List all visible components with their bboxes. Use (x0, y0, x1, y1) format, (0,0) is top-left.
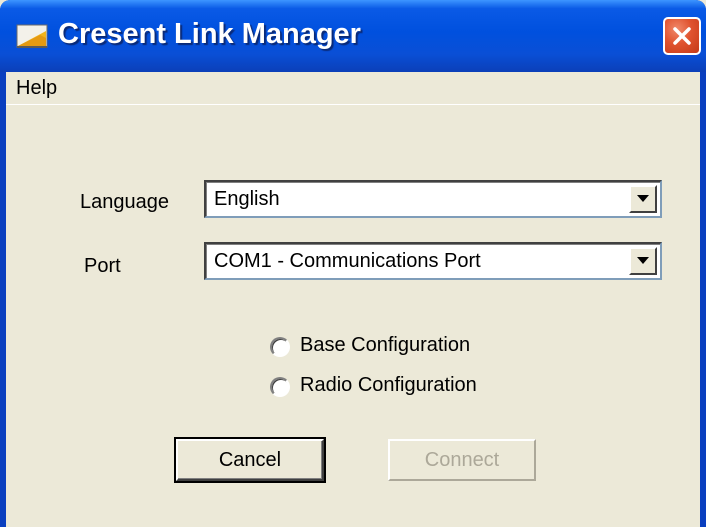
port-dropdown-button[interactable] (629, 247, 657, 275)
language-select-value: English (214, 188, 280, 210)
connect-button[interactable]: Connect (388, 439, 536, 481)
title-bar[interactable]: Cresent Link Manager (0, 0, 706, 72)
language-dropdown-button[interactable] (629, 185, 657, 213)
radio-configuration-option[interactable]: Radio Configuration (270, 374, 530, 402)
port-label: Port (84, 255, 121, 277)
base-configuration-option[interactable]: Base Configuration (270, 334, 530, 362)
close-button[interactable] (663, 17, 701, 55)
app-window: Cresent Link Manager Help Language Engli… (0, 0, 706, 527)
base-configuration-radio[interactable] (270, 337, 290, 357)
menu-bar: Help (6, 72, 700, 105)
language-label: Language (80, 191, 169, 213)
menu-help[interactable]: Help (10, 75, 63, 102)
client-area: Help Language English Port COM1 - Commun… (6, 72, 700, 527)
radio-configuration-label: Radio Configuration (300, 374, 477, 396)
cancel-button[interactable]: Cancel (174, 437, 326, 483)
language-select[interactable]: English (204, 180, 662, 218)
radio-configuration-radio[interactable] (270, 377, 290, 397)
base-configuration-label: Base Configuration (300, 334, 471, 356)
app-window-icon (16, 22, 50, 52)
window-title: Cresent Link Manager (58, 18, 361, 50)
port-select[interactable]: COM1 - Communications Port (204, 242, 662, 280)
port-select-value: COM1 - Communications Port (214, 250, 481, 272)
